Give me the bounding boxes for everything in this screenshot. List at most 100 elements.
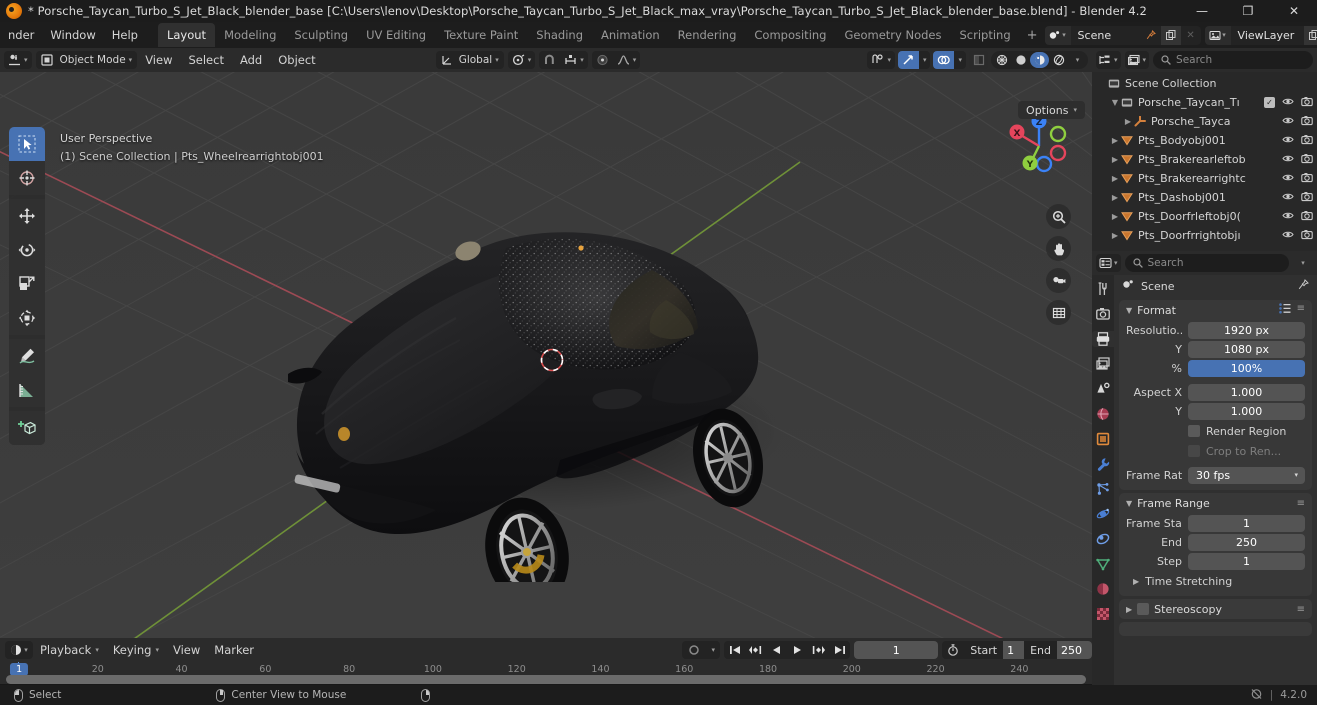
eye-visibility-icon[interactable] [1282,191,1294,205]
pin-icon[interactable] [1141,26,1161,45]
output-tab[interactable] [1092,331,1114,347]
outliner-row[interactable]: ▶ Pts_Brakerearleftob [1092,150,1317,169]
panel-drag-handle-icon[interactable]: ≡ [1297,604,1305,615]
snap-magnet-icon[interactable] [539,51,560,69]
viewlayer-selector[interactable]: ▾ ViewLayer ✕ [1204,25,1317,45]
viewport-nav-buttons[interactable] [1046,204,1071,325]
format-panel-header[interactable]: ▼ Format ≡ [1119,300,1312,320]
properties-options-icon[interactable]: ▾ [1293,254,1313,273]
show-gizmo-icon[interactable] [897,51,919,69]
viewport-menu-add[interactable]: Add [232,50,270,70]
timeline-editor[interactable]: ▾ Playback ▾ Keying ▾ View Marker ▾ 1 St… [0,638,1092,684]
scene-selector[interactable]: ▾ Scene ✕ [1044,25,1201,45]
shading-options-icon[interactable]: ▾ [1068,52,1087,68]
auto-keying-group[interactable]: ▾ [682,641,721,659]
material-tab[interactable] [1094,581,1112,597]
material-preview-icon[interactable] [1030,52,1049,68]
measure-tool[interactable] [9,373,45,407]
stereoscopy-checkbox[interactable] [1137,603,1150,615]
close-button[interactable]: ✕ [1271,0,1317,22]
shading-mode-group[interactable]: ▾ [991,51,1088,69]
outliner-checkbox[interactable]: ✓ [1264,97,1275,108]
tab-texture-paint[interactable]: Texture Paint [435,23,527,47]
eye-visibility-icon[interactable] [1282,172,1294,186]
viewport-options-button[interactable]: Options ▾ [1018,101,1085,119]
outliner-filter-icon[interactable]: ▾ [1124,51,1150,69]
gizmo-toggle[interactable]: ▾ [897,51,931,69]
wireframe-icon[interactable] [992,52,1011,68]
current-frame-field[interactable]: 1 [854,641,939,659]
modifier-tab[interactable] [1094,456,1112,472]
format-property-row[interactable]: Aspect X 1.000 [1126,383,1305,401]
xray-toggle-icon[interactable] [969,51,988,69]
solid-icon[interactable] [1011,52,1030,68]
preset-list-icon[interactable] [1278,303,1291,317]
snap-target-icon[interactable]: ▾ [560,51,588,69]
next-panel-partial[interactable] [1119,622,1312,636]
property-value-field[interactable]: 1920 px [1188,321,1305,339]
frame-range-panel[interactable]: ▼ Frame Range ≡ Frame Start1End250Step1 … [1119,493,1312,596]
data-tab[interactable] [1094,556,1112,572]
frame-range-row[interactable]: End 250 [1126,533,1305,551]
render-tab[interactable] [1094,306,1112,322]
transform-orientation-selector[interactable]: Global ▾ [435,51,504,69]
mode-label[interactable]: Object Mode ▾ [58,51,138,69]
format-property-row[interactable]: Y 1080 px [1126,340,1305,358]
end-frame-value[interactable]: 250 [1057,641,1092,659]
panel-drag-handle-icon[interactable]: ≡ [1297,498,1305,509]
falloff-curve-icon[interactable]: ▾ [613,51,641,69]
outliner-row[interactable]: ▶ Pts_Dashobj001 [1092,188,1317,207]
menu-item-render[interactable]: nder [0,25,42,45]
checkbox[interactable] [1188,425,1200,437]
checkbox[interactable] [1188,445,1200,457]
transform-tool[interactable] [9,301,45,335]
viewport-toolbar[interactable] [9,127,45,445]
move-tool[interactable] [9,199,45,233]
format-property-row[interactable]: Y 1.000 [1126,402,1305,420]
frame-range-rows[interactable]: Frame Start 1 End 250 Step 1 [1119,514,1312,570]
play-icon[interactable] [787,641,808,659]
texture-tab[interactable] [1094,606,1112,622]
pivot-median-icon[interactable]: ▾ [508,51,536,69]
properties-tab-column[interactable] [1092,275,1114,685]
auto-keying-options-icon[interactable]: ▾ [706,641,720,659]
format-property-row[interactable]: % 100% [1126,359,1305,377]
editor-type-3dview-icon[interactable]: ▾ [4,51,32,69]
frame-range-row[interactable]: Step 1 [1126,552,1305,570]
constraints-tab[interactable] [1094,531,1112,547]
tab-uv-editing[interactable]: UV Editing [357,23,435,47]
gizmo-options-icon[interactable]: ▾ [919,51,931,69]
outliner-display-icon[interactable]: ▾ [1096,51,1121,69]
expand-arrow-icon[interactable]: ▶ [1122,117,1134,126]
add-workspace-button[interactable]: + [1020,23,1045,48]
timeline-menu-playback[interactable]: Playback ▾ [33,640,106,660]
porsche-taycan-3d-model[interactable] [260,182,820,607]
property-value-field[interactable]: 250 [1188,533,1305,551]
show-overlays-icon[interactable] [933,51,955,69]
eye-visibility-icon[interactable] [1282,229,1294,243]
menu-item-help[interactable]: Help [104,25,146,45]
time-stretching-subpanel[interactable]: ▶ Time Stretching [1119,571,1312,591]
property-value-field[interactable]: 1.000 [1188,402,1305,420]
add-cube-tool[interactable] [9,411,45,445]
interaction-mode-selector[interactable]: Object Mode ▾ [35,51,138,69]
expand-arrow-icon[interactable]: ▶ [1109,212,1121,221]
timeline-menu-keying[interactable]: Keying ▾ [106,640,166,660]
prev-keyframe-icon[interactable] [745,641,766,659]
frame-range-panel-header[interactable]: ▼ Frame Range ≡ [1119,493,1312,513]
timeline-editor-icon[interactable]: ▾ [5,641,33,659]
property-value-field[interactable]: 1 [1188,552,1305,570]
new-viewlayer-icon[interactable] [1304,25,1317,45]
menu-item-window[interactable]: Window [42,25,103,45]
camera-render-icon[interactable] [1301,115,1313,129]
timer-icon[interactable] [942,644,964,656]
format-panel[interactable]: ▼ Format ≡ Resolutio... 1920 px Y 1080 px% 1… [1119,300,1312,490]
maximize-button[interactable]: ❐ [1225,0,1271,22]
viewport-menu-view[interactable]: View [137,50,180,70]
tweak-select-tool[interactable] [9,127,45,161]
stereoscopy-panel-header[interactable]: ▶ Stereoscopy ≡ [1119,599,1312,619]
tab-rendering[interactable]: Rendering [669,23,746,47]
frame-range-controls[interactable]: Start 1 End 250 [942,641,1092,659]
minimize-button[interactable]: — [1179,0,1225,22]
frame-rate-dropdown[interactable]: 30 fps ▾ [1188,466,1305,484]
